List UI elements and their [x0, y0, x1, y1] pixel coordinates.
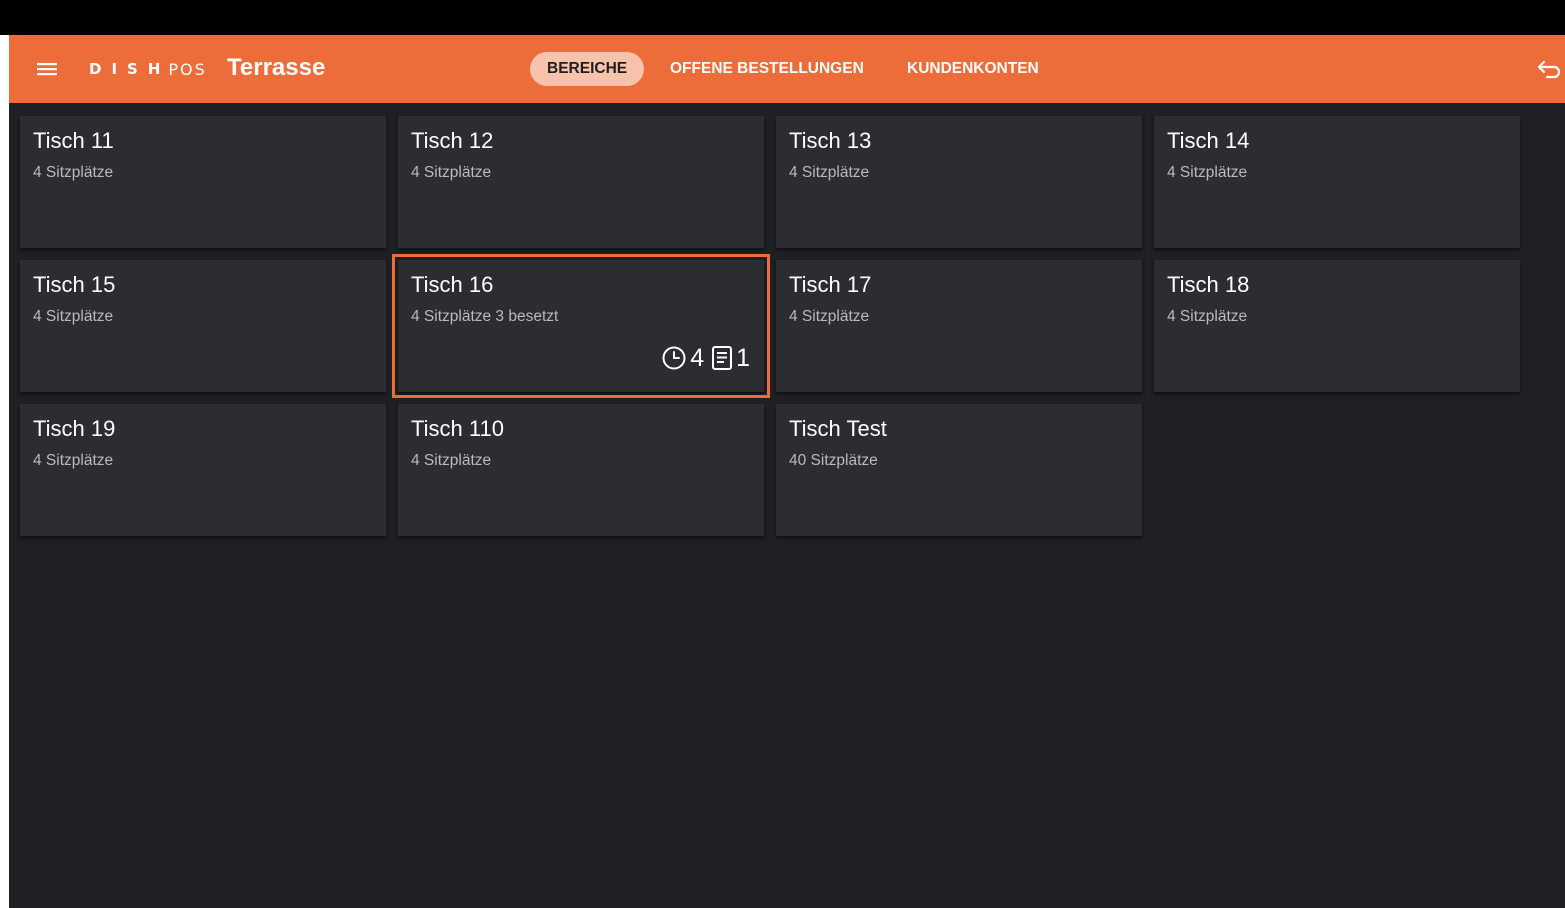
table-seats: 4 Sitzplätze	[33, 452, 114, 469]
table-seats: 4 Sitzplätze	[789, 308, 870, 325]
table-name: Tisch 15	[33, 272, 116, 297]
table-seats: 4 Sitzplätze	[33, 308, 114, 325]
menu-icon[interactable]	[33, 58, 63, 80]
table-name: Tisch 110	[411, 416, 504, 441]
table-seats: 4 Sitzplätze	[789, 164, 870, 181]
pos-screen: DISH POS Terrasse BEREICHE OFFENE BESTEL…	[9, 35, 1565, 908]
table-name: Tisch Test	[789, 416, 887, 441]
table-card-tisch-12[interactable]: Tisch 12 4 Sitzplätze	[398, 116, 764, 248]
table-card-tisch-13[interactable]: Tisch 13 4 Sitzplätze	[776, 116, 1142, 248]
table-card-tisch-18[interactable]: Tisch 18 4 Sitzplätze	[1154, 260, 1520, 392]
table-status: 4 1	[661, 343, 750, 373]
table-seats: 4 Sitzplätze	[411, 164, 492, 181]
table-name: Tisch 17	[789, 272, 872, 297]
table-name: Tisch 11	[33, 128, 114, 153]
receipt-icon	[711, 345, 733, 371]
table-name: Tisch 18	[1167, 272, 1250, 297]
logo-pos-text: POS	[168, 59, 207, 79]
table-seats: 4 Sitzplätze 3 besetzt	[411, 308, 559, 325]
table-card-tisch-17[interactable]: Tisch 17 4 Sitzplätze	[776, 260, 1142, 392]
table-card-tisch-16[interactable]: Tisch 16 4 Sitzplätze 3 besetzt 4 1	[392, 254, 770, 398]
table-seats: 4 Sitzplätze	[411, 452, 492, 469]
receipt-count: 1	[736, 344, 750, 372]
table-card-tisch-14[interactable]: Tisch 14 4 Sitzplätze	[1154, 116, 1520, 248]
area-title: Terrasse	[227, 54, 326, 81]
table-name: Tisch 16	[411, 272, 494, 297]
status-bar	[0, 0, 1565, 35]
table-card-tisch-test[interactable]: Tisch Test 40 Sitzplätze	[776, 404, 1142, 536]
table-name: Tisch 19	[33, 416, 116, 441]
tab-bereiche[interactable]: BEREICHE	[530, 52, 645, 86]
table-card-tisch-19[interactable]: Tisch 19 4 Sitzplätze	[20, 404, 386, 536]
table-name: Tisch 13	[789, 128, 872, 153]
table-card-tisch-11[interactable]: Tisch 11 4 Sitzplätze	[20, 116, 386, 248]
back-arrow-icon[interactable]	[1535, 57, 1565, 81]
table-seats: 4 Sitzplätze	[1167, 308, 1248, 325]
table-card-tisch-110[interactable]: Tisch 110 4 Sitzplätze	[398, 404, 764, 536]
table-seats: 40 Sitzplätze	[789, 452, 878, 469]
table-seats: 4 Sitzplätze	[1167, 164, 1248, 181]
open-orders-count: 4	[690, 344, 705, 372]
tab-offene-bestellungen[interactable]: OFFENE BESTELLUNGEN	[670, 52, 864, 86]
table-name: Tisch 14	[1167, 128, 1250, 153]
table-name: Tisch 12	[411, 128, 494, 153]
app-bar: DISH POS Terrasse BEREICHE OFFENE BESTEL…	[9, 35, 1565, 103]
tab-kundenkonten[interactable]: KUNDENKONTEN	[907, 52, 1039, 86]
logo-dish-text: DISH	[89, 60, 171, 78]
table-card-tisch-15[interactable]: Tisch 15 4 Sitzplätze	[20, 260, 386, 392]
table-seats: 4 Sitzplätze	[33, 164, 114, 181]
dish-pos-logo: DISH POS	[89, 57, 207, 81]
clock-icon	[661, 345, 687, 371]
